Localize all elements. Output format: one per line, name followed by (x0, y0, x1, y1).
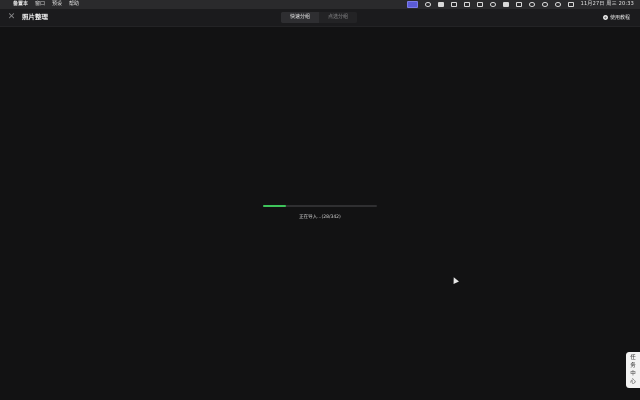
grouping-mode-tabs: 快速分组 点选分组 (281, 12, 358, 23)
screen-share-icon[interactable] (406, 1, 418, 8)
tutorial-label: 使用教程 (609, 15, 630, 21)
tab-quick-group[interactable]: 快速分组 (281, 12, 320, 23)
circle-icon[interactable] (424, 2, 431, 7)
page-title: 照片整理 (22, 13, 48, 21)
tutorial-button[interactable]: + 使用教程 (602, 9, 630, 26)
wifi-icon[interactable] (528, 2, 535, 7)
toggle-icon[interactable] (567, 2, 574, 7)
menubar-left: 备置本 窗口 预设 帮助 (6, 0, 79, 9)
system-menubar: 备置本 窗口 预设 帮助 11月27日 周三 20:33 (0, 0, 640, 9)
mouse-cursor-icon (451, 276, 459, 284)
task-center-char: 中 (630, 371, 636, 377)
close-icon[interactable]: ✕ (6, 12, 17, 23)
menubar-clock[interactable]: 11月27日 周三 20:33 (581, 0, 634, 9)
task-center-button[interactable]: 任 务 中 心 (626, 352, 640, 388)
shape-icon[interactable] (450, 2, 457, 7)
main-content: 正在导入...(28/342) 任 务 中 心 (0, 27, 640, 400)
task-center-char: 心 (630, 379, 636, 385)
cloud-icon[interactable] (476, 2, 483, 7)
wechat-icon[interactable] (489, 2, 496, 7)
menubar-item-help[interactable]: 帮助 (69, 0, 79, 9)
menubar-item-preset[interactable]: 预设 (52, 0, 62, 9)
user-icon[interactable] (554, 2, 561, 7)
menubar-item-window[interactable]: 窗口 (35, 0, 45, 9)
brush-icon[interactable] (437, 2, 444, 7)
import-progress-text: 正在导入...(28/342) (299, 215, 341, 220)
task-center-char: 务 (630, 363, 636, 369)
menubar-app-name[interactable]: 备置本 (13, 0, 28, 9)
window-icon[interactable] (502, 2, 509, 7)
import-progress-bar (263, 205, 377, 207)
menubar-right: 11月27日 周三 20:33 (406, 0, 634, 9)
search-icon[interactable] (541, 2, 548, 7)
import-progress-fill (263, 205, 286, 207)
tab-select-group[interactable]: 点选分组 (319, 12, 357, 23)
task-center-char: 任 (630, 355, 636, 361)
app-titlebar: ✕ 照片整理 快速分组 点选分组 + 使用教程 (0, 9, 640, 27)
control-icon[interactable] (515, 2, 522, 7)
plus-circle-icon: + (602, 15, 608, 20)
layout-icon[interactable] (463, 2, 470, 7)
